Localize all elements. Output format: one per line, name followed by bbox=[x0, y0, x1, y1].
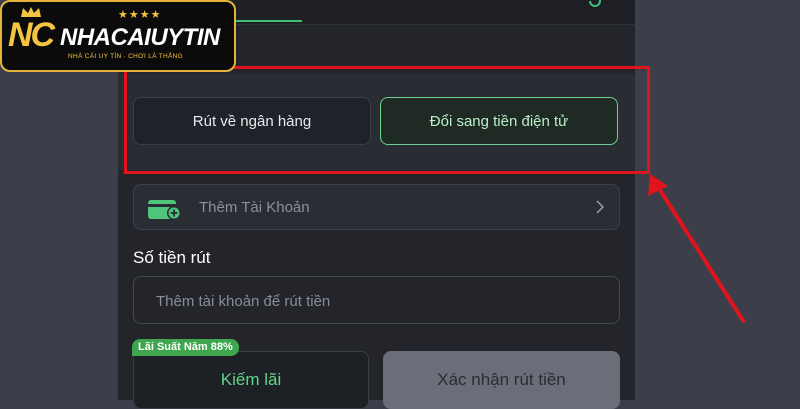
amount-placeholder: Thêm tài khoản để rút tiền bbox=[156, 293, 331, 310]
earn-interest-button[interactable]: Kiếm lãi bbox=[133, 351, 369, 409]
confirm-withdraw-button[interactable]: Xác nhận rút tiền bbox=[383, 351, 620, 409]
add-account-field[interactable]: Thêm Tài Khoản bbox=[133, 184, 620, 230]
right-backdrop bbox=[635, 0, 800, 400]
logo-tagline: NHÀ CÁI UY TÍN · CHƠI LÀ THẮNG bbox=[68, 53, 183, 60]
chevron-right-icon bbox=[596, 200, 605, 214]
add-account-label: Thêm Tài Khoản bbox=[199, 199, 310, 216]
amount-label: Số tiền rút bbox=[133, 248, 211, 267]
amount-input[interactable]: Thêm tài khoản để rút tiền bbox=[133, 276, 620, 324]
active-tab-indicator bbox=[230, 20, 302, 22]
refresh-icon[interactable] bbox=[588, 0, 602, 8]
site-logo: NC ★★★★ NHACAIUYTIN NHÀ CÁI UY TÍN · CHƠ… bbox=[0, 0, 236, 72]
logo-initials: NC bbox=[8, 16, 55, 54]
highlight-annotation-box bbox=[124, 66, 650, 174]
logo-stars: ★★★★ bbox=[118, 9, 162, 21]
earn-interest-label: Kiếm lãi bbox=[220, 370, 282, 389]
confirm-withdraw-label: Xác nhận rút tiền bbox=[437, 370, 566, 389]
interest-rate-badge: Lãi Suất Năm 88% bbox=[132, 339, 239, 356]
logo-brand: NHACAIUYTIN bbox=[60, 24, 220, 51]
wallet-add-icon bbox=[148, 200, 181, 220]
